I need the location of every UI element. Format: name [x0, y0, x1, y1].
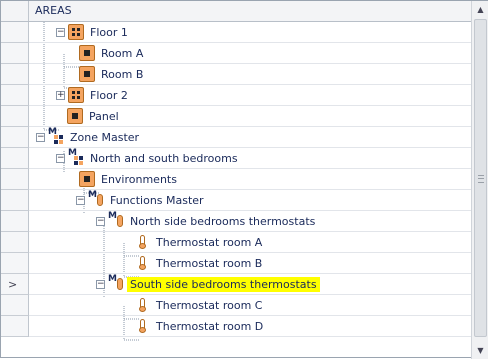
tree-node[interactable]: Thermostat room B: [134, 253, 265, 273]
row-selector[interactable]: [1, 43, 29, 64]
tree-node[interactable]: − Functions Master: [76, 190, 207, 210]
tree-node[interactable]: Thermostat room D: [134, 316, 266, 336]
node-label: North and south bedrooms: [90, 151, 238, 165]
tree-row[interactable]: Thermostat room A: [1, 232, 471, 253]
tree-row[interactable]: Room B: [1, 64, 471, 85]
node-label: Zone Master: [70, 130, 140, 144]
thermostat-icon: [134, 297, 150, 313]
tree-node[interactable]: Thermostat room C: [134, 295, 265, 315]
tree-node[interactable]: Environments: [79, 169, 180, 189]
collapse-icon[interactable]: −: [56, 153, 65, 163]
floor-icon: [68, 87, 84, 103]
row-selector[interactable]: [1, 22, 29, 43]
collapse-icon[interactable]: −: [56, 27, 65, 37]
header-corner: [1, 1, 29, 21]
node-label: Room B: [101, 67, 144, 81]
collapse-icon[interactable]: −: [96, 279, 105, 289]
thermostat-icon: [134, 255, 150, 271]
scroll-down-arrow-icon[interactable]: ▼: [472, 342, 488, 359]
thermostat-icon: [134, 234, 150, 250]
row-selector[interactable]: >: [1, 274, 29, 295]
grid-header: AREAS: [1, 1, 471, 22]
row-selector[interactable]: [1, 211, 29, 232]
row-selector[interactable]: [1, 232, 29, 253]
node-label: Thermostat room B: [156, 256, 263, 270]
functions-master-icon: [88, 190, 104, 208]
node-label: Panel: [89, 109, 119, 123]
room-icon: [79, 66, 95, 82]
tree-row[interactable]: − Zone Master: [1, 127, 471, 148]
collapse-icon[interactable]: −: [96, 216, 105, 226]
tree-row[interactable]: − Floor 1: [1, 22, 471, 43]
functions-master-icon: [108, 211, 124, 229]
tree-node[interactable]: Panel: [67, 106, 122, 126]
tree-node[interactable]: − Zone Master: [36, 127, 142, 147]
tree-row[interactable]: − North and south bedrooms: [1, 148, 471, 169]
tree-row[interactable]: Thermostat room D: [1, 316, 471, 337]
row-selector[interactable]: [1, 169, 29, 190]
scrollbar-grip-icon: [478, 175, 484, 183]
node-label: Functions Master: [110, 193, 204, 207]
node-label: South side bedrooms thermostats: [127, 276, 320, 292]
tree-node[interactable]: Room B: [79, 64, 146, 84]
areas-tree-grid: AREAS − Floor 1 Room A Room B + Floor 2 …: [0, 0, 488, 359]
row-selector[interactable]: [1, 85, 29, 106]
node-label: North side bedrooms thermostats: [130, 214, 316, 228]
tree-node[interactable]: Room A: [79, 43, 146, 63]
thermostat-icon: [134, 318, 150, 334]
expand-icon[interactable]: +: [56, 90, 65, 100]
row-selector[interactable]: [1, 190, 29, 211]
node-label: Thermostat room C: [156, 298, 263, 312]
tree-node[interactable]: − South side bedrooms thermostats: [96, 274, 320, 294]
zone-master-icon: [48, 127, 64, 145]
tree-node[interactable]: − Floor 1: [56, 22, 131, 42]
tree-row[interactable]: − North side bedrooms thermostats: [1, 211, 471, 232]
functions-master-icon: [108, 274, 124, 292]
node-label: Floor 2: [90, 88, 128, 102]
row-selector[interactable]: [1, 64, 29, 85]
row-selector[interactable]: [1, 253, 29, 274]
node-label: Thermostat room D: [156, 319, 264, 333]
row-selector[interactable]: [1, 127, 29, 148]
column-header-areas[interactable]: AREAS: [35, 4, 72, 17]
collapse-icon[interactable]: −: [76, 195, 85, 205]
room-icon: [79, 171, 95, 187]
row-selector[interactable]: [1, 106, 29, 127]
scroll-up-arrow-icon[interactable]: ▲: [472, 1, 488, 18]
room-icon: [67, 108, 83, 124]
vertical-scrollbar[interactable]: ▲ ▼: [471, 1, 488, 359]
zone-master-icon: [68, 148, 84, 166]
tree-node[interactable]: + Floor 2: [56, 85, 131, 105]
tree-row[interactable]: Environments: [1, 169, 471, 190]
node-label: Room A: [101, 46, 144, 60]
tree-row[interactable]: Thermostat room C: [1, 295, 471, 316]
tree-row[interactable]: − Functions Master: [1, 190, 471, 211]
tree-row[interactable]: Thermostat room B: [1, 253, 471, 274]
room-icon: [79, 45, 95, 61]
floor-icon: [68, 24, 84, 40]
current-row-arrow-icon: >: [8, 278, 18, 291]
node-label: Thermostat room A: [156, 235, 263, 249]
scrollbar-thumb[interactable]: [474, 19, 487, 337]
tree-row[interactable]: Panel: [1, 106, 471, 127]
node-label: Floor 1: [90, 25, 128, 39]
tree-row[interactable]: + Floor 2: [1, 85, 471, 106]
tree-row-selected[interactable]: > − South side bedrooms thermostats: [1, 274, 471, 295]
tree-node[interactable]: − North side bedrooms thermostats: [96, 211, 318, 231]
tree-row[interactable]: Room A: [1, 43, 471, 64]
row-selector[interactable]: [1, 148, 29, 169]
tree-node[interactable]: Thermostat room A: [134, 232, 265, 252]
row-selector[interactable]: [1, 316, 29, 337]
collapse-icon[interactable]: −: [36, 132, 45, 142]
tree-node[interactable]: − North and south bedrooms: [56, 148, 241, 168]
node-label: Environments: [101, 172, 177, 186]
row-selector[interactable]: [1, 295, 29, 316]
